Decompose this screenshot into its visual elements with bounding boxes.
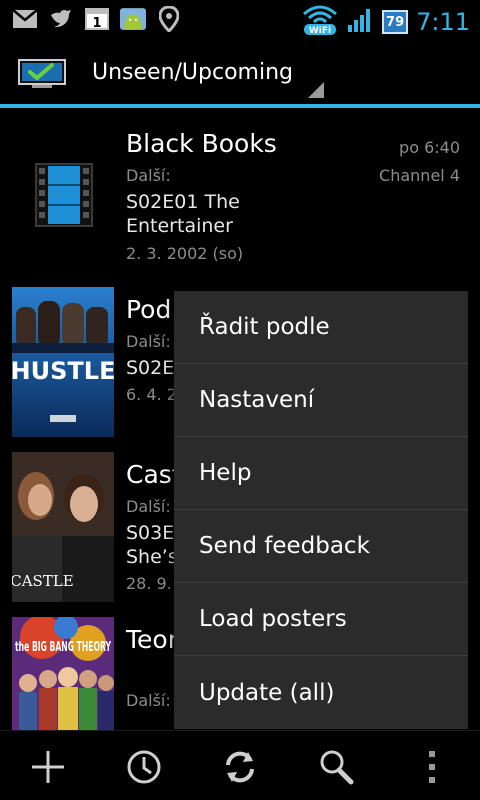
- spinner-dropdown-indicator: [308, 82, 324, 98]
- list-filter-spinner[interactable]: Unseen/Upcoming: [76, 38, 330, 104]
- system-status: WiFi 79 7:11: [302, 4, 470, 40]
- gmail-icon: [12, 6, 38, 32]
- next-episode-airdate: 28. 9.: [126, 574, 172, 593]
- wifi-icon: WiFi: [302, 4, 338, 40]
- battery-icon: 79: [382, 10, 409, 34]
- next-episode-airdate: 6. 4. 2: [126, 385, 177, 404]
- svg-text:the BIG BANG THEORY: the BIG BANG THEORY: [15, 640, 111, 655]
- show-airtime: po 6:40: [399, 138, 460, 157]
- calendar-icon: 1: [84, 6, 110, 32]
- android-app-icon: [120, 6, 146, 32]
- overflow-popup-menu: Řadit podle Nastavení Help Send feedback…: [174, 291, 468, 729]
- film-reel-placeholder-icon: [12, 128, 114, 268]
- menu-item-sort-by[interactable]: Řadit podle: [174, 291, 468, 364]
- big-bang-theory-poster: the BIG BANG THEORY: [12, 617, 114, 730]
- menu-item-update-all[interactable]: Update (all): [174, 656, 468, 729]
- next-episode-label: Další:: [126, 332, 171, 351]
- next-episode-label: Další:: [126, 691, 171, 710]
- show-network: Channel 4: [379, 166, 460, 185]
- notification-icons: 1: [12, 6, 182, 32]
- next-episode-label: Další:: [126, 497, 171, 516]
- show-title: Black Books: [126, 129, 277, 158]
- checkmark-tv-logo-icon[interactable]: [18, 58, 66, 88]
- menu-item-settings[interactable]: Nastavení: [174, 364, 468, 437]
- add-icon[interactable]: [26, 745, 70, 789]
- next-episode-airdate: 2. 3. 2002 (so): [126, 244, 244, 263]
- bottom-action-bar: [0, 730, 480, 800]
- spinner-value: Unseen/Upcoming: [92, 60, 294, 85]
- refresh-icon[interactable]: [218, 745, 262, 789]
- next-episode-label: Další:: [126, 166, 171, 185]
- next-episode-title: S02E01 The Entertainer: [126, 191, 240, 237]
- location-icon: [156, 6, 182, 32]
- svg-text:CASTLE: CASTLE: [12, 572, 74, 590]
- hustle-poster: HUSTLE: [12, 287, 114, 437]
- search-icon[interactable]: [314, 745, 358, 789]
- svg-text:WiFi: WiFi: [309, 26, 331, 36]
- svg-text:HUSTLE: HUSTLE: [12, 357, 114, 385]
- list-item[interactable]: Black Books po 6:40 Další: Channel 4 S02…: [0, 108, 480, 272]
- status-clock: 7:11: [416, 8, 470, 36]
- show-title: Pod: [126, 295, 172, 324]
- castle-poster: CASTLE: [12, 452, 114, 602]
- menu-item-send-feedback[interactable]: Send feedback: [174, 510, 468, 583]
- action-bar: Unseen/Upcoming: [0, 38, 480, 106]
- signal-strength-icon: [346, 7, 374, 37]
- svg-text:1: 1: [92, 16, 101, 31]
- overflow-menu-icon[interactable]: [410, 745, 454, 789]
- status-bar: 1 WiFi 79 7:11: [0, 0, 480, 38]
- next-episode-title: S03E She’s: [126, 522, 178, 568]
- clock-icon[interactable]: [122, 745, 166, 789]
- twitter-bird-icon: [48, 6, 74, 32]
- menu-item-help[interactable]: Help: [174, 437, 468, 510]
- menu-item-load-posters[interactable]: Load posters: [174, 583, 468, 656]
